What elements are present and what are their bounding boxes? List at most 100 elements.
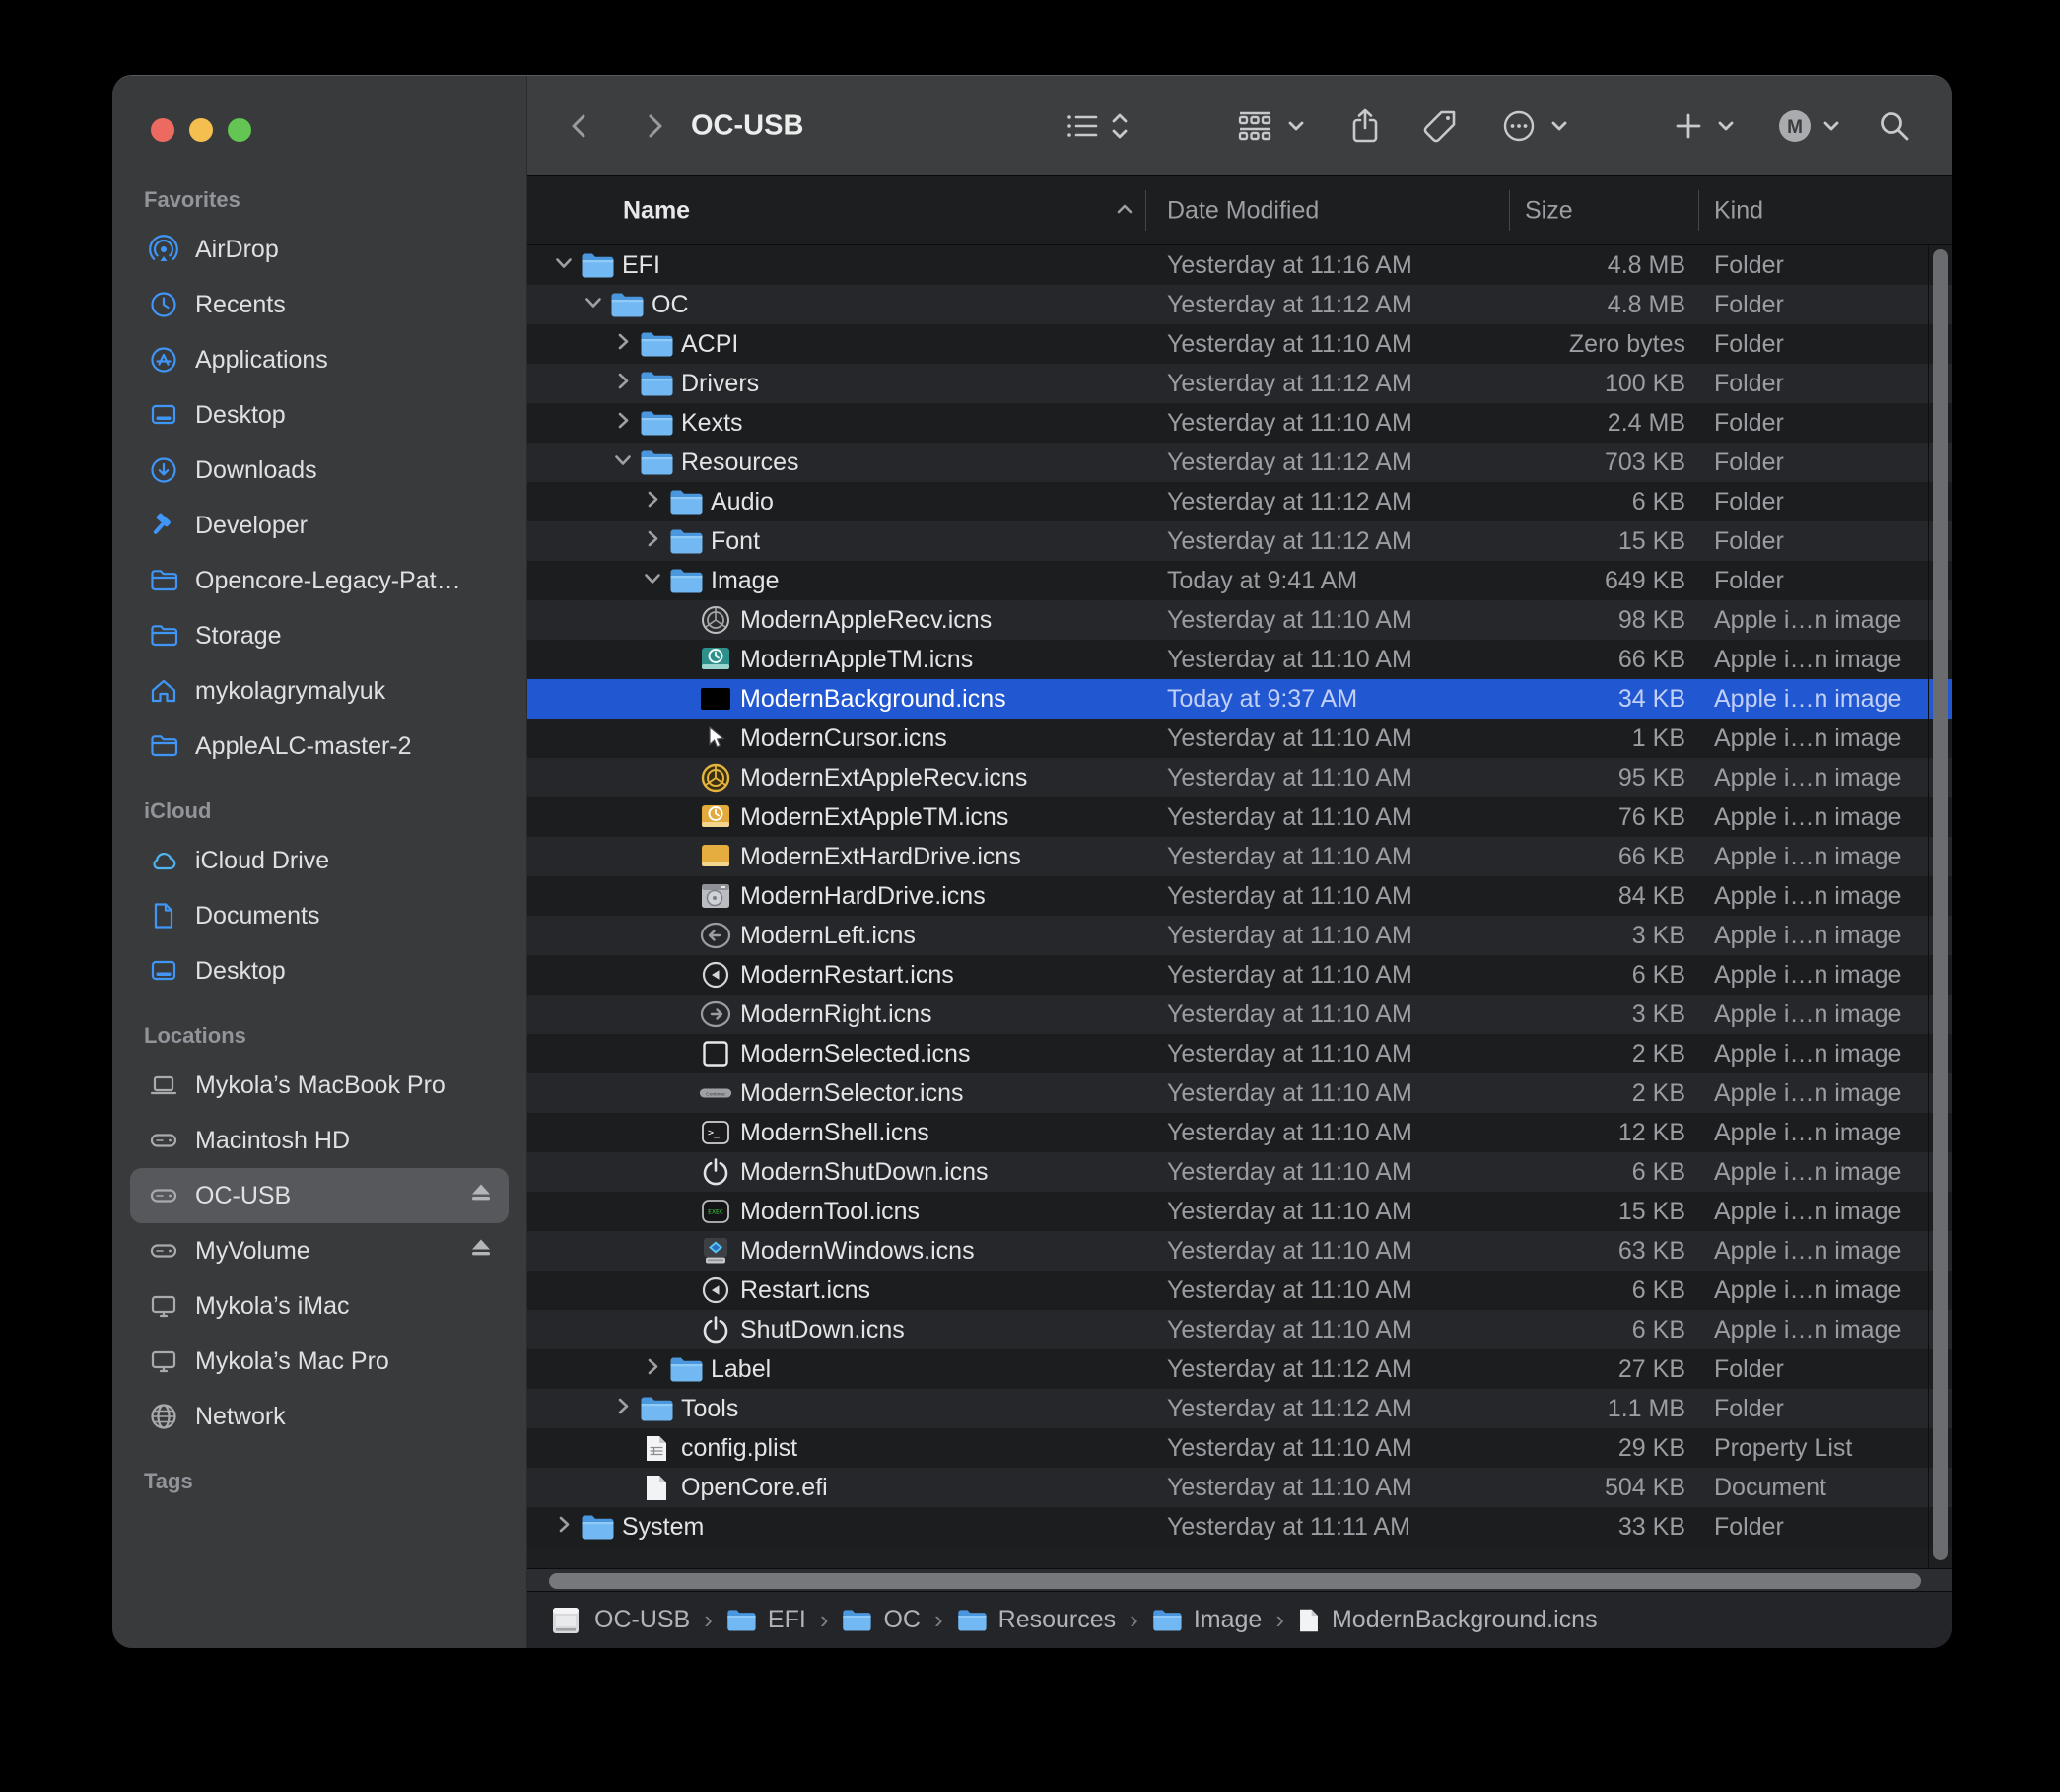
table-row-shutdown-icns[interactable]: ShutDown.icnsYesterday at 11:10 AM6 KBAp… <box>527 1310 1952 1349</box>
more-actions-caret-icon[interactable] <box>1549 119 1569 133</box>
table-row-efi[interactable]: EFIYesterday at 11:16 AM4.8 MBFolder <box>527 245 1952 285</box>
table-row-opencore-efi[interactable]: OpenCore.efiYesterday at 11:10 AM504 KBD… <box>527 1468 1952 1507</box>
sidebar-item-documents[interactable]: Documents <box>130 888 509 943</box>
table-row-modernselected-icns[interactable]: ModernSelected.icnsYesterday at 11:10 AM… <box>527 1034 1952 1073</box>
table-row-modernright-icns[interactable]: ModernRight.icnsYesterday at 11:10 AM3 K… <box>527 995 1952 1034</box>
path-item-oc-usb[interactable]: OC-USB <box>549 1606 690 1635</box>
disclosure-open-icon[interactable] <box>642 568 663 594</box>
table-row-modernshell-icns[interactable]: >_ModernShell.icnsYesterday at 11:10 AM1… <box>527 1113 1952 1152</box>
table-row-moderntool-icns[interactable]: EXECModernTool.icnsYesterday at 11:10 AM… <box>527 1192 1952 1231</box>
sidebar-item-storage[interactable]: Storage <box>130 608 509 663</box>
column-divider[interactable] <box>1509 190 1510 231</box>
eject-icon[interactable] <box>469 1237 493 1266</box>
sidebar-item-developer[interactable]: Developer <box>130 498 509 553</box>
table-row-system[interactable]: SystemYesterday at 11:11 AM33 KBFolder <box>527 1507 1952 1547</box>
sidebar-item-desktop[interactable]: Desktop <box>130 387 509 443</box>
path-item-image[interactable]: Image <box>1152 1606 1262 1634</box>
horizontal-scrollbar-thumb[interactable] <box>549 1573 1921 1589</box>
table-row-resources[interactable]: ResourcesYesterday at 11:12 AM703 KBFold… <box>527 443 1952 482</box>
table-row-tools[interactable]: ToolsYesterday at 11:12 AM1.1 MBFolder <box>527 1389 1952 1428</box>
sidebar-item-applealc-master-2[interactable]: AppleALC-master-2 <box>130 719 509 774</box>
avatar-caret-icon[interactable] <box>1821 119 1841 133</box>
eject-icon[interactable] <box>469 1182 493 1210</box>
table-row-image[interactable]: ImageToday at 9:41 AM649 KBFolder <box>527 561 1952 600</box>
column-divider[interactable] <box>1145 190 1146 231</box>
avatar[interactable]: M <box>1777 108 1813 144</box>
sidebar-item-mykola-s-imac[interactable]: Mykola’s iMac <box>130 1278 509 1334</box>
path-item-modernbackground-icns[interactable]: ModernBackground.icns <box>1298 1606 1598 1634</box>
disclosure-open-icon[interactable] <box>553 252 575 279</box>
table-row-oc[interactable]: OCYesterday at 11:12 AM4.8 MBFolder <box>527 285 1952 324</box>
zoom-button[interactable] <box>228 118 251 142</box>
column-size[interactable]: Size <box>1525 196 1573 225</box>
disclosure-closed-icon[interactable] <box>612 410 634 437</box>
table-row-restart-icns[interactable]: Restart.icnsYesterday at 11:10 AM6 KBApp… <box>527 1271 1952 1310</box>
table-row-modernshutdown-icns[interactable]: ModernShutDown.icnsYesterday at 11:10 AM… <box>527 1152 1952 1192</box>
sidebar-item-mykola-s-mac-pro[interactable]: Mykola’s Mac Pro <box>130 1334 509 1389</box>
sidebar-item-icloud-drive[interactable]: iCloud Drive <box>130 833 509 888</box>
table-row-modernwindows-icns[interactable]: ModernWindows.icnsYesterday at 11:10 AM6… <box>527 1231 1952 1271</box>
group-by-icon[interactable] <box>1236 109 1273 143</box>
column-divider[interactable] <box>1698 190 1699 231</box>
table-row-modernapplerecv-icns[interactable]: ModernAppleRecv.icnsYesterday at 11:10 A… <box>527 600 1952 640</box>
sidebar-item-oc-usb[interactable]: OC-USB <box>130 1168 509 1223</box>
table-row-modernextappletm-icns[interactable]: ModernExtAppleTM.icnsYesterday at 11:10 … <box>527 797 1952 837</box>
table-row-audio[interactable]: AudioYesterday at 11:12 AM6 KBFolder <box>527 482 1952 521</box>
table-row-drivers[interactable]: DriversYesterday at 11:12 AM100 KBFolder <box>527 364 1952 403</box>
close-button[interactable] <box>151 118 174 142</box>
disclosure-closed-icon[interactable] <box>553 1514 575 1541</box>
sidebar-item-desktop[interactable]: Desktop <box>130 943 509 999</box>
share-icon[interactable] <box>1349 107 1381 145</box>
sidebar-item-opencore-legacy-pat-[interactable]: Opencore-Legacy-Pat… <box>130 553 509 608</box>
path-item-resources[interactable]: Resources <box>957 1606 1117 1634</box>
more-actions-icon[interactable] <box>1501 108 1537 144</box>
group-caret-icon[interactable] <box>1286 119 1306 133</box>
disclosure-closed-icon[interactable] <box>612 1396 634 1422</box>
table-row-modernextharddrive-icns[interactable]: ModernExtHardDrive.icnsYesterday at 11:1… <box>527 837 1952 876</box>
sidebar-item-applications[interactable]: Applications <box>130 332 509 387</box>
new-item-plus-icon[interactable] <box>1674 111 1703 141</box>
table-row-moderncursor-icns[interactable]: ModernCursor.icnsYesterday at 11:10 AM1 … <box>527 719 1952 758</box>
column-kind[interactable]: Kind <box>1714 196 1763 225</box>
table-row-modernappletm-icns[interactable]: ModernAppleTM.icnsYesterday at 11:10 AM6… <box>527 640 1952 679</box>
sort-chevrons-icon[interactable] <box>1109 109 1131 143</box>
disclosure-closed-icon[interactable] <box>642 528 663 555</box>
column-date-modified[interactable]: Date Modified <box>1167 196 1319 225</box>
table-row-modernrestart-icns[interactable]: ModernRestart.icnsYesterday at 11:10 AM6… <box>527 955 1952 995</box>
table-row-acpi[interactable]: ACPIYesterday at 11:10 AMZero bytesFolde… <box>527 324 1952 364</box>
search-icon[interactable] <box>1878 109 1911 143</box>
column-name[interactable]: Name <box>623 196 690 225</box>
table-row-kexts[interactable]: KextsYesterday at 11:10 AM2.4 MBFolder <box>527 403 1952 443</box>
disclosure-open-icon[interactable] <box>612 449 634 476</box>
disclosure-open-icon[interactable] <box>583 292 604 318</box>
back-button[interactable] <box>567 109 592 143</box>
sidebar-item-macintosh-hd[interactable]: Macintosh HD <box>130 1113 509 1168</box>
minimize-button[interactable] <box>189 118 213 142</box>
table-row-modernleft-icns[interactable]: ModernLeft.icnsYesterday at 11:10 AM3 KB… <box>527 916 1952 955</box>
sidebar-item-myvolume[interactable]: MyVolume <box>130 1223 509 1278</box>
table-row-modernbackground-icns[interactable]: ModernBackground.icnsToday at 9:37 AM34 … <box>527 679 1952 719</box>
table-row-modernselector-icns[interactable]: ContinueModernSelector.icnsYesterday at … <box>527 1073 1952 1113</box>
view-list-icon[interactable] <box>1065 111 1099 141</box>
disclosure-closed-icon[interactable] <box>612 331 634 358</box>
sidebar-item-mykolagrymalyuk[interactable]: mykolagrymalyuk <box>130 663 509 719</box>
sidebar-item-network[interactable]: Network <box>130 1389 509 1444</box>
sidebar-item-recents[interactable]: Recents <box>130 277 509 332</box>
tag-icon[interactable] <box>1422 108 1458 144</box>
disclosure-closed-icon[interactable] <box>642 489 663 516</box>
disclosure-closed-icon[interactable] <box>642 1356 663 1383</box>
table-row-modernharddrive-icns[interactable]: ModernHardDrive.icnsYesterday at 11:10 A… <box>527 876 1952 916</box>
horizontal-scrollbar[interactable] <box>527 1568 1952 1592</box>
sidebar-item-airdrop[interactable]: AirDrop <box>130 222 509 277</box>
path-item-oc[interactable]: OC <box>842 1606 921 1634</box>
disclosure-closed-icon[interactable] <box>612 371 634 397</box>
sidebar-item-mykola-s-macbook-pro[interactable]: Mykola’s MacBook Pro <box>130 1058 509 1113</box>
path-item-efi[interactable]: EFI <box>726 1606 806 1634</box>
table-row-modernextapplerecv-icns[interactable]: ModernExtAppleRecv.icnsYesterday at 11:1… <box>527 758 1952 797</box>
vertical-scrollbar-thumb[interactable] <box>1933 249 1948 1560</box>
forward-button[interactable] <box>642 109 667 143</box>
table-row-label[interactable]: LabelYesterday at 11:12 AM27 KBFolder <box>527 1349 1952 1389</box>
table-row-config-plist[interactable]: config.plistYesterday at 11:10 AM29 KBPr… <box>527 1428 1952 1468</box>
sidebar-item-downloads[interactable]: Downloads <box>130 443 509 498</box>
table-row-font[interactable]: FontYesterday at 11:12 AM15 KBFolder <box>527 521 1952 561</box>
